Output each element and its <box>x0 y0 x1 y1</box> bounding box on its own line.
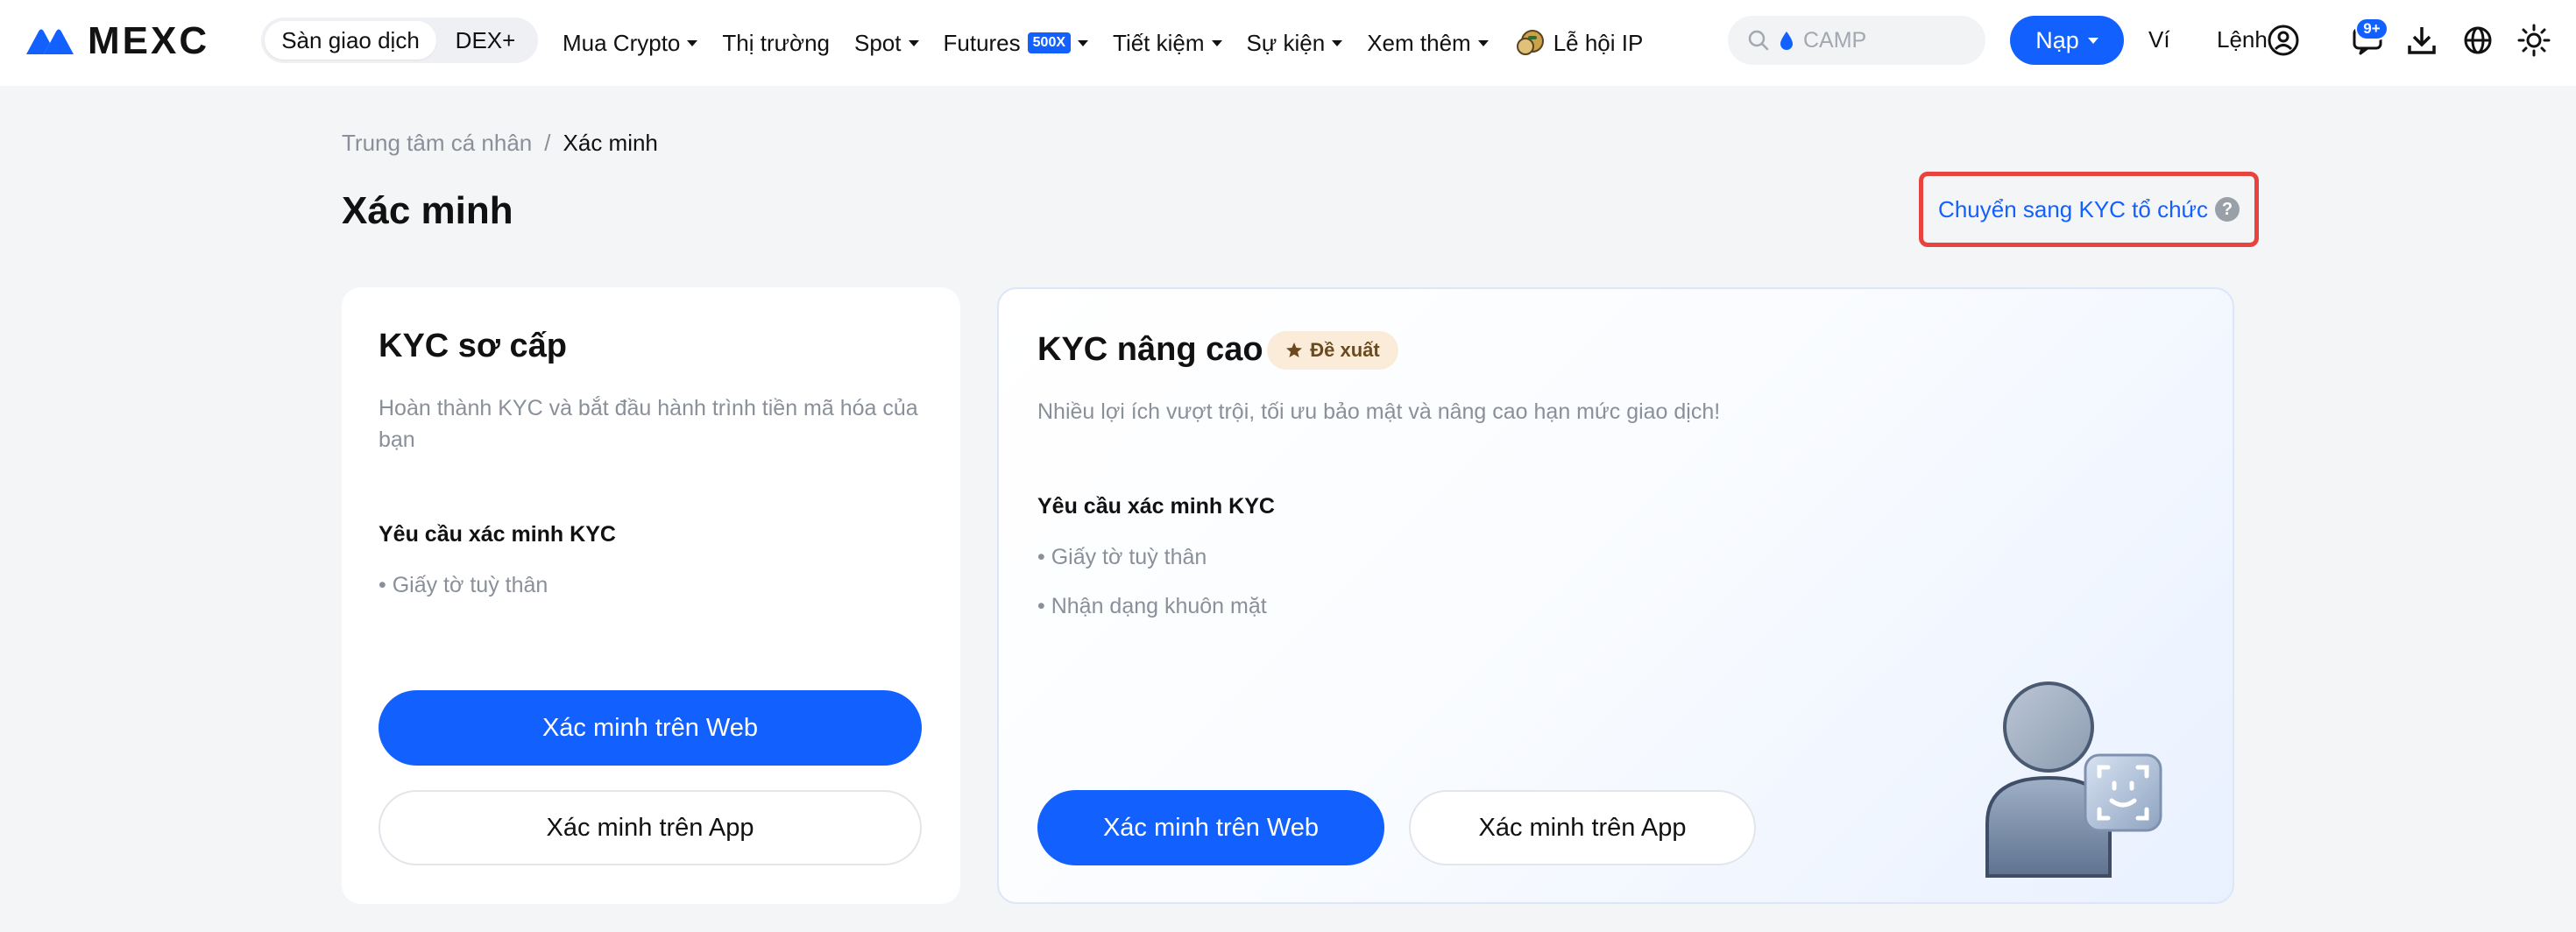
top-navigation-bar: MEXC Sàn giao dịch DEX+ Mua Crypto Thị t… <box>0 0 2576 86</box>
nav-label: Mua Crypto <box>563 29 681 56</box>
nav-spot[interactable]: Spot <box>854 30 919 57</box>
nav-markets[interactable]: Thị trường <box>722 30 830 57</box>
caret-down-icon <box>1078 39 1089 46</box>
caret-down-icon <box>1477 39 1489 46</box>
orders-link[interactable]: Lệnh <box>2217 26 2268 53</box>
nav-label: Lễ hội IP <box>1553 29 1644 56</box>
exchange-type-switch: Sàn giao dịch DEX+ <box>261 18 538 63</box>
tab-exchange[interactable]: Sàn giao dịch <box>265 21 436 60</box>
basic-kyc-title: KYC sơ cấp <box>379 328 567 364</box>
requirement-text: Giấy tờ tuỳ thân <box>392 573 548 597</box>
search-input[interactable]: CAMP <box>1728 16 1985 65</box>
nav-label: Thị trường <box>722 29 830 56</box>
deposit-button[interactable]: Nạp <box>2010 16 2124 65</box>
nav-savings[interactable]: Tiết kiệm <box>1113 30 1222 57</box>
advanced-kyc-description: Nhiều lợi ích vượt trội, tối ưu bảo mật … <box>1037 399 1721 424</box>
festival-icon <box>1516 30 1544 55</box>
caret-down-icon <box>2087 37 2098 44</box>
requirement-text: Nhận dạng khuôn mặt <box>1051 594 1267 618</box>
deposit-label: Nạp <box>2035 26 2079 53</box>
basic-kyc-requirement-item: • Giấy tờ tuỳ thân <box>379 573 548 597</box>
basic-kyc-verify-web-button[interactable]: Xác minh trên Web <box>379 690 922 766</box>
logo-text: MEXC <box>88 19 210 62</box>
breadcrumb-current: Xác minh <box>563 130 658 156</box>
nav-more[interactable]: Xem thêm <box>1367 30 1489 57</box>
nav-label: Sự kiện <box>1246 29 1326 56</box>
page-title: Xác minh <box>342 189 513 232</box>
nav-label: Futures <box>943 29 1021 56</box>
caret-down-icon <box>908 39 919 46</box>
basic-kyc-card: KYC sơ cấp Hoàn thành KYC và bắt đầu hàn… <box>342 287 960 904</box>
advanced-kyc-requirements-title: Yêu cầu xác minh KYC <box>1037 494 1275 519</box>
basic-kyc-verify-app-button[interactable]: Xác minh trên App <box>379 790 922 865</box>
language-globe-icon[interactable] <box>2460 23 2495 58</box>
advanced-kyc-requirement-item: • Nhận dạng khuôn mặt <box>1037 594 1267 618</box>
main-nav: Mua Crypto Thị trường Spot Futures 500X … <box>563 0 1667 86</box>
theme-sun-icon[interactable] <box>2516 23 2551 58</box>
nav-futures[interactable]: Futures 500X <box>944 30 1089 57</box>
notification-count-badge: 9+ <box>2355 18 2388 40</box>
help-question-icon[interactable]: ? <box>2214 197 2240 222</box>
advanced-kyc-requirement-item: • Giấy tờ tuỳ thân <box>1037 545 1207 569</box>
caret-down-icon <box>1332 39 1343 46</box>
nav-label: Tiết kiệm <box>1113 29 1205 56</box>
nav-ip-festival[interactable]: Lễ hội IP <box>1513 27 1644 59</box>
leverage-badge: 500X <box>1027 32 1072 53</box>
star-icon <box>1286 342 1303 357</box>
face-recognition-illustration <box>1985 681 2162 878</box>
switch-to-institutional-kyc-link[interactable]: Chuyển sang KYC tổ chức ? <box>1919 172 2259 247</box>
mexc-logo-icon <box>26 29 74 54</box>
tab-dex-plus[interactable]: DEX+ <box>436 21 534 60</box>
advanced-kyc-verify-app-button[interactable]: Xác minh trên App <box>1409 790 1756 865</box>
breadcrumb-personal-center[interactable]: Trung tâm cá nhân <box>342 130 532 157</box>
nav-events[interactable]: Sự kiện <box>1247 30 1343 57</box>
nav-label: Xem thêm <box>1367 29 1471 56</box>
mexc-logo[interactable]: MEXC <box>25 19 210 62</box>
caret-down-icon <box>687 39 698 46</box>
profile-icon[interactable] <box>2266 23 2301 58</box>
wallet-link[interactable]: Ví <box>2148 26 2170 53</box>
recommended-label: Đề xuất <box>1310 339 1380 361</box>
recommended-badge: Đề xuất <box>1267 331 1398 370</box>
breadcrumb-separator: / <box>544 130 551 156</box>
breadcrumb: Trung tâm cá nhân / Xác minh <box>342 130 658 157</box>
caret-down-icon <box>1211 39 1222 46</box>
requirement-text: Giấy tờ tuỳ thân <box>1051 545 1207 569</box>
search-icon <box>1748 30 1769 51</box>
camp-token-icon <box>1780 32 1793 50</box>
advanced-kyc-verify-web-button[interactable]: Xác minh trên Web <box>1037 790 1384 865</box>
search-placeholder: CAMP <box>1803 27 1867 53</box>
advanced-kyc-title: KYC nâng cao <box>1037 331 1263 368</box>
nav-label: Spot <box>854 29 902 56</box>
advanced-kyc-card: KYC nâng cao Đề xuất Nhiều lợi ích vượt … <box>997 287 2234 904</box>
nav-buy-crypto[interactable]: Mua Crypto <box>563 29 698 57</box>
download-icon[interactable] <box>2404 23 2439 58</box>
basic-kyc-requirements-title: Yêu cầu xác minh KYC <box>379 522 616 547</box>
institutional-kyc-label: Chuyển sang KYC tổ chức <box>1938 195 2208 222</box>
basic-kyc-description: Hoàn thành KYC và bắt đầu hành trình tiề… <box>379 396 918 452</box>
